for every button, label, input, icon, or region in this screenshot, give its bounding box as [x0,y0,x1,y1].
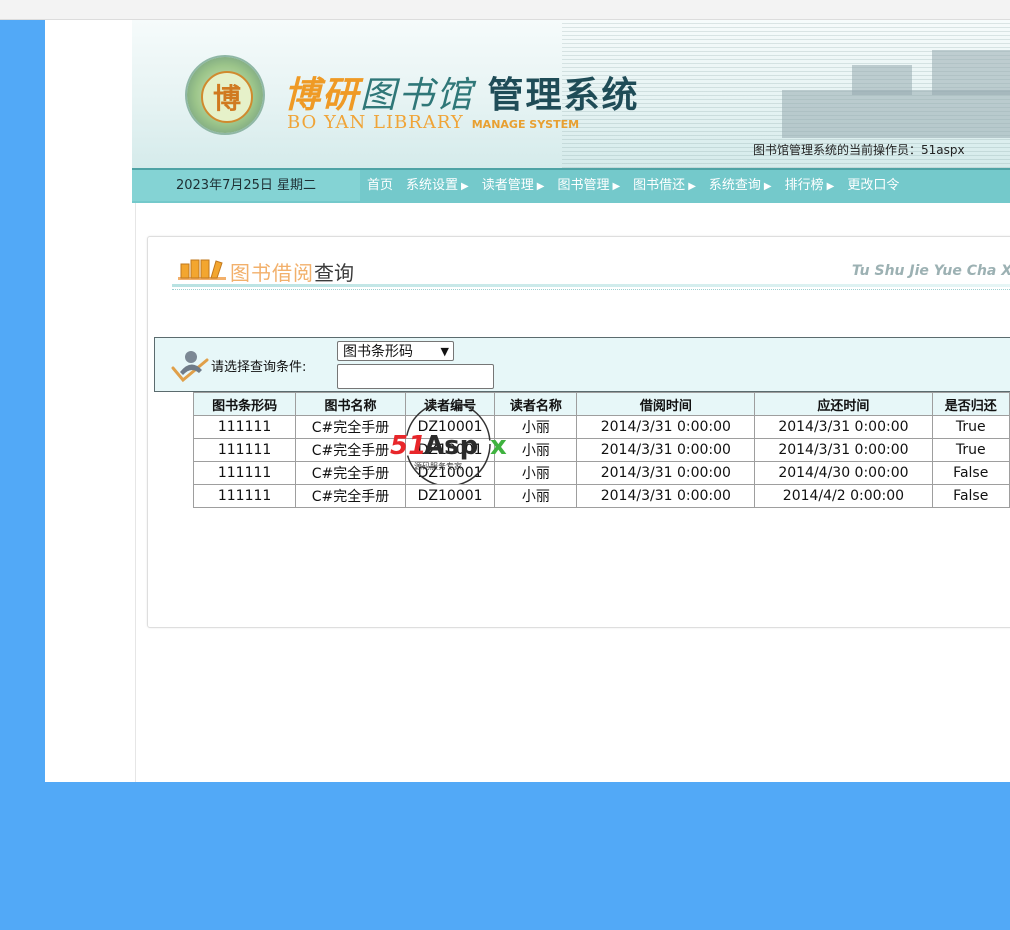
table-cell: C#完全手册 [295,438,406,462]
current-operator: 图书馆管理系统的当前操作员：51aspx [753,143,965,157]
nav-item[interactable]: 读者管理 ▶ [475,170,551,201]
column-header: 应还时间 [754,392,933,416]
library-logo: 博 [187,57,263,133]
site-title-en: BO YAN LIBRARY MANAGE SYSTEM [287,112,579,133]
table-cell: 2014/3/31 0:00:00 [754,415,933,439]
search-condition-select[interactable]: 图书条形码 ▼ [337,341,454,361]
nav-item-label: 系统设置 [406,178,459,193]
table-cell: 111111 [192,461,297,485]
building-graphic [852,65,912,95]
site-title-part3: 管理系统 [487,74,640,116]
table-cell: DZ10001 [404,438,496,462]
table-cell: DZ10001 [404,484,496,508]
table-cell: 2014/4/30 0:00:00 [754,461,933,485]
column-header: 读者名称 [494,392,578,416]
table-cell: 小丽 [494,484,578,508]
column-header: 读者编号 [404,392,496,416]
panel-title: 图书借阅查询 [230,257,354,286]
table-cell: DZ10001 [404,461,496,485]
table-cell: C#完全手册 [295,484,406,508]
table-cell: C#完全手册 [295,461,406,485]
table-cell: True [931,415,1010,439]
borrow-results-table: 图书条形码 图书名称 读者编号 读者名称 借阅时间 应还时间 是否归还 111111 C#完全… [192,392,1010,508]
logo-char: 博 [212,82,241,115]
table-cell: 111111 [192,415,297,439]
nav-item-label: 更改口令 [847,178,900,193]
table-cell: 2014/3/31 0:00:00 [576,438,756,462]
table-cell: 2014/3/31 0:00:00 [576,415,756,439]
building-graphic [932,50,1010,95]
table-cell: DZ10001 [404,415,496,439]
nav-item[interactable]: 首页 [360,170,399,201]
table-cell: False [931,484,1010,508]
search-keyword-input[interactable] [337,364,494,389]
column-header: 借阅时间 [576,392,756,416]
table-cell: 小丽 [494,461,578,485]
table-cell: 小丽 [494,415,578,439]
search-condition-label: 请选择查询条件: [211,360,307,375]
table-cell: 小丽 [494,438,578,462]
nav-item-label: 图书借还 [633,178,686,193]
table-cell: C#完全手册 [295,415,406,439]
table-cell: True [931,438,1010,462]
table-cell: 2014/4/2 0:00:00 [754,484,933,508]
browser-top-strip [0,0,1010,20]
table-cell: False [931,461,1010,485]
table-row: 111111 C#完全手册 DZ10001 小丽 2014/3/31 0:00:00 20… [192,484,1010,508]
panel-header-underline [172,284,1010,287]
nav-item-label: 系统查询 [708,178,761,193]
nav-item-label: 首页 [367,178,394,193]
table-cell: 2014/3/31 0:00:00 [754,438,933,462]
left-gutter [45,20,136,782]
table-cell: 2014/3/31 0:00:00 [576,484,756,508]
caret-right-icon: ▶ [461,181,469,192]
column-header: 图书条形码 [192,392,297,416]
site-header: 博 博研图书馆 管理系统 BO YAN LIBRARY MANAGE SYSTEM… [132,20,1010,168]
caret-right-icon: ▶ [763,181,772,192]
search-user-icon [171,351,209,383]
building-graphic [782,90,1010,138]
caret-right-icon: ▶ [536,181,545,192]
current-date: 2023年7月25日 星期二 [132,170,360,201]
library-seal-icon: 博 [201,71,253,123]
nav-item[interactable]: 图书管理 ▶ [550,170,626,201]
nav-item-label: 图书管理 [557,178,610,193]
chevron-down-icon: ▼ [440,345,449,358]
books-icon [178,259,226,280]
site-title-en-sub: MANAGE SYSTEM [471,118,580,131]
panel-header: 图书借阅查询 Tu Shu Jie Yue Cha Xun [172,257,1010,290]
table-cell: 2014/3/31 0:00:00 [576,461,756,485]
nav-item-label: 排行榜 [784,178,824,193]
site-title: 博研图书馆 管理系统 [284,66,640,118]
table-header-row: 图书条形码 图书名称 读者编号 读者名称 借阅时间 应还时间 是否归还 [192,392,1010,416]
search-condition-selected: 图书条形码 [343,344,413,360]
table-row: 111111 C#完全手册 DZ10001 小丽 2014/3/31 0:00:00 20… [192,461,1010,485]
nav-item[interactable]: 系统设置 ▶ [399,170,475,201]
table-body: 111111 C#完全手册 DZ10001 小丽 2014/3/31 0:00:00 20… [192,415,1010,508]
caret-right-icon: ▶ [688,181,696,192]
caret-right-icon: ▶ [612,181,621,192]
nav-items: 首页 系统设置 ▶ 读者管理 ▶ 图书管理 ▶ 图书借还 ▶ 系统查询 ▶ 排行榜 ▶ 更改口令 [360,170,905,201]
column-header: 图书名称 [295,392,406,416]
table-cell: 111111 [192,438,297,462]
nav-item[interactable]: 图书借还 ▶ [626,170,702,201]
table-row: 111111 C#完全手册 DZ10001 小丽 2014/3/31 0:00:00 20… [192,438,1010,462]
search-criteria-box: 请选择查询条件: 图书条形码 ▼ [154,337,1010,392]
panel-title-dark: 查询 [314,261,354,285]
panel-title-en: Tu Shu Jie Yue Cha Xun [851,263,1010,279]
nav-item[interactable]: 排行榜 ▶ [778,170,841,201]
column-header: 是否归还 [931,392,1010,416]
panel-title-light: 图书借阅 [230,261,314,285]
nav-item-label: 读者管理 [481,178,534,193]
caret-right-icon: ▶ [826,181,835,192]
table-cell: 111111 [192,484,297,508]
nav-item[interactable]: 更改口令 [840,170,905,201]
site-title-part2: 图书馆 [360,75,475,116]
site-title-en-main: BO YAN LIBRARY [287,112,464,133]
nav-item[interactable]: 系统查询 ▶ [702,170,778,201]
table-row: 111111 C#完全手册 DZ10001 小丽 2014/3/31 0:00:00 20… [192,415,1010,439]
site-title-part1: 博研 [284,74,361,116]
main-nav: 2023年7月25日 星期二 首页 系统设置 ▶ 读者管理 ▶ 图书管理 ▶ 图书借还 ▶ 系统查… [132,168,1010,203]
